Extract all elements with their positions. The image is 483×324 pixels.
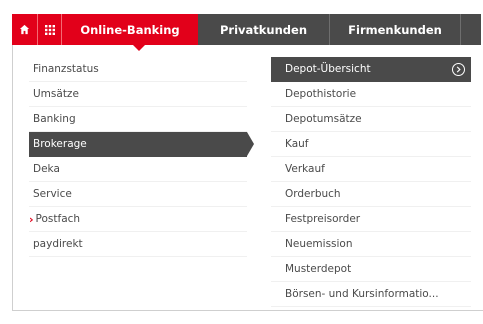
submenu-item-label: Verkauf — [285, 163, 325, 175]
submenu-item-orderbuch[interactable]: Orderbuch — [271, 182, 471, 207]
top-navigation: Online-Banking Privatkunden Firmenkunden — [12, 14, 483, 45]
submenu-item-musterdepot[interactable]: Musterdepot — [271, 257, 471, 282]
submenu-item-label: Depot-Übersicht — [285, 63, 371, 75]
submenu-item-verkauf[interactable]: Verkauf — [271, 157, 471, 182]
tab-more[interactable] — [460, 14, 481, 45]
menu-item-label: Finanzstatus — [33, 63, 99, 75]
menu-item-label: Brokerage — [33, 138, 87, 150]
active-tab-pointer — [133, 45, 145, 51]
tab-firmenkunden[interactable]: Firmenkunden — [329, 14, 460, 45]
submenu-item-label: Depothistorie — [285, 88, 357, 100]
screen: Online-Banking Privatkunden Firmenkunden… — [0, 0, 483, 324]
tab-privatkunden[interactable]: Privatkunden — [198, 14, 329, 45]
submenu-item-depothistorie[interactable]: Depothistorie — [271, 82, 471, 107]
menu-item-label: Postfach — [35, 213, 81, 225]
menu-item-label: Umsätze — [33, 88, 79, 100]
submenu-item-depotumsaetze[interactable]: Depotumsätze — [271, 107, 471, 132]
submenu-item-label: Börsen- und Kursinformatio... — [285, 288, 439, 300]
menu-item-postfach[interactable]: › Postfach — [29, 207, 247, 232]
menu-secondary-list: Depot-Übersicht Depothistorie Depotumsät… — [271, 57, 471, 307]
apps-grid-icon — [44, 24, 55, 35]
active-arrow-icon — [247, 132, 254, 156]
menu-item-label: paydirekt — [33, 238, 83, 250]
chevron-circle-right-icon — [452, 63, 465, 76]
mega-menu-panel: Finanzstatus Umsätze Banking Brokerage D… — [12, 45, 483, 311]
menu-item-banking[interactable]: Banking — [29, 107, 247, 132]
submenu-item-label: Orderbuch — [285, 188, 341, 200]
home-button[interactable] — [12, 14, 37, 45]
submenu-item-kauf[interactable]: Kauf — [271, 132, 471, 157]
menu-item-finanzstatus[interactable]: Finanzstatus — [29, 57, 247, 82]
menu-primary-list: Finanzstatus Umsätze Banking Brokerage D… — [29, 57, 254, 257]
apps-grid-button[interactable] — [37, 14, 61, 45]
submenu-item-label: Neuemission — [285, 238, 353, 250]
menu-item-paydirekt[interactable]: paydirekt — [29, 232, 247, 257]
tab-online-banking[interactable]: Online-Banking — [61, 14, 198, 45]
menu-item-label: Service — [33, 188, 72, 200]
chevron-right-icon: › — [29, 212, 34, 226]
submenu-item-neuemission[interactable]: Neuemission — [271, 232, 471, 257]
menu-item-umsaetze[interactable]: Umsätze — [29, 82, 247, 107]
menu-item-service[interactable]: Service — [29, 182, 247, 207]
submenu-item-festpreisorder[interactable]: Festpreisorder — [271, 207, 471, 232]
menu-item-deka[interactable]: Deka — [29, 157, 247, 182]
home-icon — [19, 24, 30, 35]
menu-item-label: Deka — [33, 163, 60, 175]
menu-item-brokerage[interactable]: Brokerage — [29, 132, 254, 157]
submenu-item-label: Festpreisorder — [285, 213, 361, 225]
submenu-item-label: Musterdepot — [285, 263, 352, 275]
submenu-item-label: Depotumsätze — [285, 113, 362, 125]
submenu-item-label: Kauf — [285, 138, 309, 150]
submenu-item-boersen-kursinformationen[interactable]: Börsen- und Kursinformatio... — [271, 282, 471, 307]
menu-item-label: Banking — [33, 113, 76, 125]
submenu-item-depot-uebersicht[interactable]: Depot-Übersicht — [271, 57, 471, 82]
